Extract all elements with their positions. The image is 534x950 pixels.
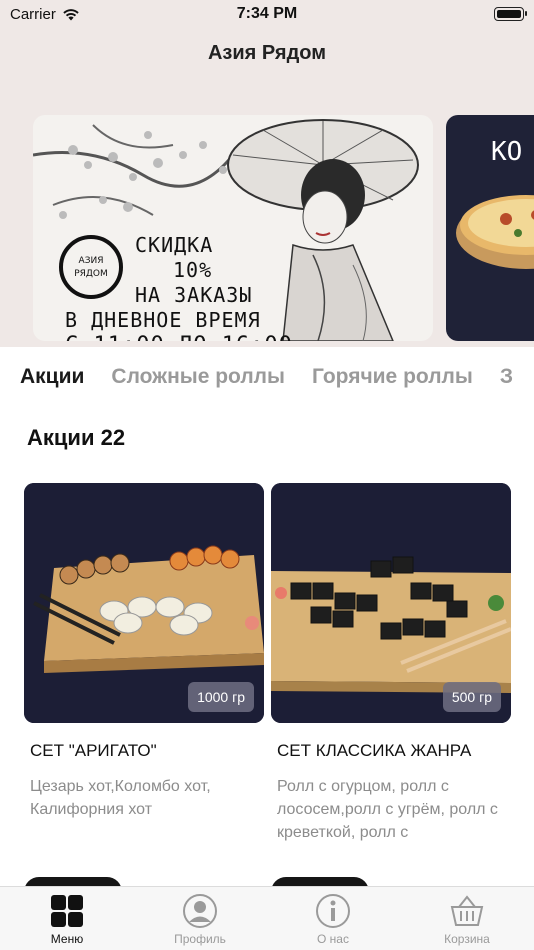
section-title: Акции 22 [27,425,126,450]
tab-cart[interactable]: Корзина [422,893,512,946]
product-title: СЕТ КЛАССИКА ЖАНРА [277,741,472,760]
weight-badge: 1000 гр [188,682,254,712]
menu-panel: Акции Сложные роллы Горячие роллы З Акци… [0,347,534,887]
clock: 7:34 PM [236,5,298,22]
tab-next[interactable]: З [500,365,513,389]
tab-label: Меню [50,932,84,946]
tab-label: Корзина [444,932,490,946]
basket-icon [450,895,484,926]
tab-hot-rolls[interactable]: Горячие роллы [312,365,473,389]
weight-badge: 500 гр [442,682,501,712]
profile-icon [183,894,217,928]
tab-profile[interactable]: Профиль [155,893,245,946]
product-image[interactable]: 500 гр [271,483,511,723]
promo-line: С 11:00 ДО 16:00 [65,333,333,341]
product-description: Ролл с огурцом, ролл с лососем,ролл с уг… [277,778,498,841]
category-tabs: Акции Сложные роллы Горячие роллы З [20,365,513,389]
status-bar: Carrier 7:34 PM [0,0,534,30]
tab-label: О нас [317,932,349,946]
promo-line: В ДНЕВНОЕ ВРЕМЯ [65,308,261,332]
product-image[interactable]: 1000 гр [24,483,264,723]
promo-line: СКИДКА [135,233,214,257]
tab-complex-rolls[interactable]: Сложные роллы [111,365,285,389]
info-icon [316,894,350,928]
tab-promotions[interactable]: Акции [20,365,84,389]
pizza-image [456,195,534,269]
promo-banner[interactable]: АЗИЯ РЯДОМ СКИДКА 10% НА ЗАКАЗЫ В ДНЕВНО… [33,115,433,341]
product-card[interactable]: 500 гр СЕТ КЛАССИКА ЖАНРА Ролл с огурцом… [271,483,511,844]
promo-line: 10% [173,258,213,282]
product-title: СЕТ "АРИГАТО" [30,741,157,760]
product-card[interactable]: 1000 гр СЕТ "АРИГАТО" Цезарь хот,Коломбо… [24,483,264,821]
tab-bar: Меню Профиль О нас Корзина [0,886,534,950]
product-description: Цезарь хот,Коломбо хот, Калифорния хот [30,778,211,818]
promo-banner[interactable]: КО [446,115,534,341]
banner-carousel[interactable]: АЗИЯ РЯДОМ СКИДКА 10% НА ЗАКАЗЫ В ДНЕВНО… [33,115,534,341]
grid-icon [51,895,83,927]
promo-text: СКИДКА 10% НА ЗАКАЗЫ В ДНЕВНОЕ ВРЕМЯ С 1… [33,233,333,341]
tab-label: Профиль [174,932,226,946]
battery-icon [494,7,527,21]
tab-about[interactable]: О нас [288,893,378,946]
promo-line: НА ЗАКАЗЫ [135,283,253,307]
tab-menu[interactable]: Меню [22,893,112,946]
page-title: Азия Рядом [207,42,327,64]
